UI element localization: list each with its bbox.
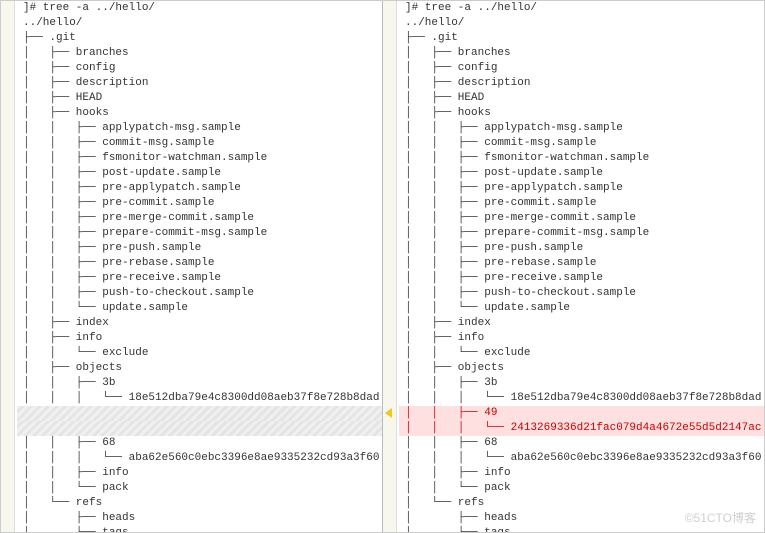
tree-line: │ ├── config bbox=[399, 61, 764, 76]
tree-line: ├── .git bbox=[399, 31, 764, 46]
tree-line: │ ├── branches bbox=[17, 46, 382, 61]
tree-line: │ ├── description bbox=[399, 76, 764, 91]
tree-line: │ ├── objects bbox=[17, 361, 382, 376]
tree-line: │ │ │ └── aba62e560c0ebc3396e8ae9335232c… bbox=[399, 451, 764, 466]
tree-line: │ ├── index bbox=[399, 316, 764, 331]
tree-line: │ │ ├── applypatch-msg.sample bbox=[17, 121, 382, 136]
root-path: ../hello/ bbox=[17, 16, 382, 31]
tree-line: │ │ │ └── aba62e560c0ebc3396e8ae9335232c… bbox=[17, 451, 382, 466]
diff-marker-icon bbox=[385, 408, 392, 418]
tree-line: │ │ ├── pre-rebase.sample bbox=[399, 256, 764, 271]
tree-line: │ │ └── pack bbox=[399, 481, 764, 496]
tree-line: │ │ └── pack bbox=[17, 481, 382, 496]
tree-line: │ ├── branches bbox=[399, 46, 764, 61]
tree-line: │ ├── description bbox=[17, 76, 382, 91]
root-path: ../hello/ bbox=[399, 16, 764, 31]
tree-line: │ │ ├── 68 bbox=[17, 436, 382, 451]
tree-line: │ │ ├── pre-merge-commit.sample bbox=[17, 211, 382, 226]
tree-line: │ └── refs bbox=[17, 496, 382, 511]
tree-line: │ │ ├── pre-applypatch.sample bbox=[17, 181, 382, 196]
tree-line: │ │ ├── pre-commit.sample bbox=[17, 196, 382, 211]
tree-line: │ ├── objects bbox=[399, 361, 764, 376]
tree-line: │ │ ├── post-update.sample bbox=[399, 166, 764, 181]
tree-line: │ │ └── update.sample bbox=[399, 301, 764, 316]
tree-line: │ │ └── exclude bbox=[399, 346, 764, 361]
tree-line: │ │ ├── 3b bbox=[17, 376, 382, 391]
command-line: ]# tree -a ../hello/ bbox=[17, 1, 382, 16]
tree-line: │ ├── config bbox=[17, 61, 382, 76]
tree-line: │ │ ├── 3b bbox=[399, 376, 764, 391]
tree-line: │ │ ├── pre-receive.sample bbox=[399, 271, 764, 286]
tree-line: │ │ ├── post-update.sample bbox=[17, 166, 382, 181]
tree-line: │ │ ├── info bbox=[17, 466, 382, 481]
tree-line: │ │ ├── prepare-commit-msg.sample bbox=[17, 226, 382, 241]
tree-line: │ │ ├── pre-receive.sample bbox=[17, 271, 382, 286]
tree-line: │ │ └── update.sample bbox=[17, 301, 382, 316]
tree-line: │ │ ├── info bbox=[399, 466, 764, 481]
diff-right-pane[interactable]: ]# tree -a ../hello/ ../hello/ ├── .git│… bbox=[383, 1, 764, 532]
tree-line: │ ├── heads bbox=[399, 511, 764, 526]
tree-line: │ │ ├── applypatch-msg.sample bbox=[399, 121, 764, 136]
diff-left-pane[interactable]: ]# tree -a ../hello/ ../hello/ ├── .git│… bbox=[1, 1, 383, 532]
tree-line: │ │ ├── pre-push.sample bbox=[17, 241, 382, 256]
tree-line: │ │ ├── pre-commit.sample bbox=[399, 196, 764, 211]
tree-line: │ │ ├── push-to-checkout.sample bbox=[17, 286, 382, 301]
tree-line: │ ├── info bbox=[399, 331, 764, 346]
tree-line: │ ├── index bbox=[17, 316, 382, 331]
tree-line: │ │ ├── prepare-commit-msg.sample bbox=[399, 226, 764, 241]
tree-line: │ │ ├── pre-applypatch.sample bbox=[399, 181, 764, 196]
tree-line: │ ├── HEAD bbox=[17, 91, 382, 106]
tree-line: │ │ ├── pre-push.sample bbox=[399, 241, 764, 256]
tree-line: │ │ ├── 68 bbox=[399, 436, 764, 451]
tree-line: │ │ ├── fsmonitor-watchman.sample bbox=[17, 151, 382, 166]
tree-line: │ └── tags bbox=[17, 526, 382, 532]
tree-line: │ ├── HEAD bbox=[399, 91, 764, 106]
tree-line: ├── .git bbox=[17, 31, 382, 46]
tree-line: │ ├── heads bbox=[17, 511, 382, 526]
tree-line: │ ├── info bbox=[17, 331, 382, 346]
tree-line: │ └── refs bbox=[399, 496, 764, 511]
command-line: ]# tree -a ../hello/ bbox=[399, 1, 764, 16]
tree-line: │ │ │ └── 2413269336d21fac079d4a4672e55d… bbox=[399, 421, 764, 436]
tree-line: │ │ ├── pre-merge-commit.sample bbox=[399, 211, 764, 226]
tree-line bbox=[17, 421, 382, 436]
tree-line: │ │ ├── commit-msg.sample bbox=[17, 136, 382, 151]
tree-line: │ │ ├── commit-msg.sample bbox=[399, 136, 764, 151]
tree-line: │ │ ├── pre-rebase.sample bbox=[17, 256, 382, 271]
tree-line: │ │ └── exclude bbox=[17, 346, 382, 361]
tree-line: │ │ │ └── 18e512dba79e4c8300dd08aeb37f8e… bbox=[399, 391, 764, 406]
tree-line bbox=[17, 406, 382, 421]
tree-line: │ ├── hooks bbox=[399, 106, 764, 121]
tree-line: │ │ │ └── 18e512dba79e4c8300dd08aeb37f8e… bbox=[17, 391, 382, 406]
tree-line: │ │ ├── push-to-checkout.sample bbox=[399, 286, 764, 301]
tree-line: │ ├── hooks bbox=[17, 106, 382, 121]
tree-line: │ │ ├── 49 bbox=[399, 406, 764, 421]
tree-line: │ │ ├── fsmonitor-watchman.sample bbox=[399, 151, 764, 166]
tree-line: │ └── tags bbox=[399, 526, 764, 532]
